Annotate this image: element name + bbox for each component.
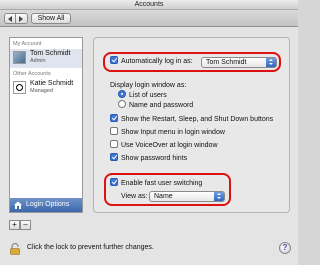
back-arrow-icon bbox=[8, 16, 12, 22]
window-title: Accounts bbox=[134, 1, 164, 8]
popup-arrows-icon bbox=[214, 192, 224, 201]
fast-switching-label: Enable fast user switching bbox=[121, 180, 203, 187]
checkbox-label: Use VoiceOver at login window bbox=[121, 142, 218, 149]
view-as-label: View as: bbox=[121, 193, 148, 200]
radio-list-of-users[interactable]: List of users bbox=[118, 90, 167, 101]
account-name: Tom Schmidt bbox=[30, 50, 71, 57]
login-options-label: Login Options bbox=[26, 201, 70, 208]
popup-arrows-icon bbox=[266, 58, 276, 67]
show-all-button[interactable]: Show All bbox=[31, 13, 71, 24]
remove-account-button[interactable]: – bbox=[20, 220, 31, 230]
user-avatar bbox=[13, 51, 26, 64]
radio-button[interactable] bbox=[118, 90, 126, 99]
fast-switching-row[interactable]: Enable fast user switching bbox=[110, 178, 203, 189]
checkbox-label: Show password hints bbox=[121, 155, 188, 162]
auto-login-checkbox[interactable] bbox=[110, 56, 118, 65]
accounts-list: My Account Tom Schmidt Admin Other Accou… bbox=[9, 37, 83, 213]
fast-switching-checkbox[interactable] bbox=[110, 178, 118, 187]
view-as-select[interactable]: Name bbox=[149, 191, 225, 202]
auto-login-user-select[interactable]: Tom Schmidt bbox=[201, 57, 277, 68]
checkbox-row-input-menu[interactable]: Show Input menu in login window bbox=[110, 127, 225, 138]
checkbox-label: Show Input menu in login window bbox=[121, 129, 225, 136]
forward-arrow-icon bbox=[19, 16, 23, 22]
view-as-value: Name bbox=[154, 193, 173, 200]
checkbox-label: Show the Restart, Sleep, and Shut Down b… bbox=[121, 116, 274, 123]
add-remove-buttons: + – bbox=[9, 220, 33, 230]
lock-icon[interactable] bbox=[10, 243, 20, 255]
other-accounts-header: Other Accounts bbox=[13, 71, 51, 77]
back-button[interactable] bbox=[4, 13, 16, 24]
account-item-katie-schmidt[interactable]: Katie Schmidt Managed bbox=[10, 79, 82, 98]
accounts-window: Accounts Show All My Account Tom Schmidt… bbox=[0, 0, 298, 265]
auto-login-row: Automatically log in as: bbox=[110, 56, 193, 67]
radio-button[interactable] bbox=[118, 100, 126, 109]
account-role: Admin bbox=[30, 58, 46, 64]
radio-label: List of users bbox=[129, 92, 167, 99]
lock-message: Click the lock to prevent further change… bbox=[27, 244, 154, 251]
user-avatar bbox=[13, 81, 26, 94]
add-account-button[interactable]: + bbox=[9, 220, 20, 230]
login-options-item[interactable]: Login Options bbox=[10, 198, 82, 212]
radio-label: Name and password bbox=[129, 102, 194, 109]
help-button[interactable]: ? bbox=[279, 242, 291, 254]
auto-login-label: Automatically log in as: bbox=[121, 58, 193, 65]
auto-login-user-value: Tom Schmidt bbox=[206, 59, 247, 66]
account-role: Managed bbox=[30, 88, 53, 94]
radio-name-and-password[interactable]: Name and password bbox=[118, 100, 194, 111]
title-bar: Accounts bbox=[0, 0, 298, 10]
checkbox[interactable] bbox=[110, 140, 118, 149]
checkbox-row-voiceover[interactable]: Use VoiceOver at login window bbox=[110, 140, 218, 151]
my-account-header: My Account bbox=[13, 41, 42, 47]
toolbar: Show All bbox=[0, 10, 298, 27]
checkbox[interactable] bbox=[110, 127, 118, 136]
checkbox-row-password-hints[interactable]: Show password hints bbox=[110, 153, 188, 164]
account-name: Katie Schmidt bbox=[30, 80, 74, 87]
checkbox[interactable] bbox=[110, 114, 118, 123]
house-icon bbox=[14, 201, 22, 209]
checkbox[interactable] bbox=[110, 153, 118, 162]
login-options-panel: Automatically log in as: Tom Schmidt Dis… bbox=[93, 37, 290, 213]
checkbox-row-restart-sleep[interactable]: Show the Restart, Sleep, and Shut Down b… bbox=[110, 114, 274, 125]
account-item-tom-schmidt[interactable]: Tom Schmidt Admin bbox=[10, 49, 82, 68]
forward-button[interactable] bbox=[16, 13, 28, 24]
